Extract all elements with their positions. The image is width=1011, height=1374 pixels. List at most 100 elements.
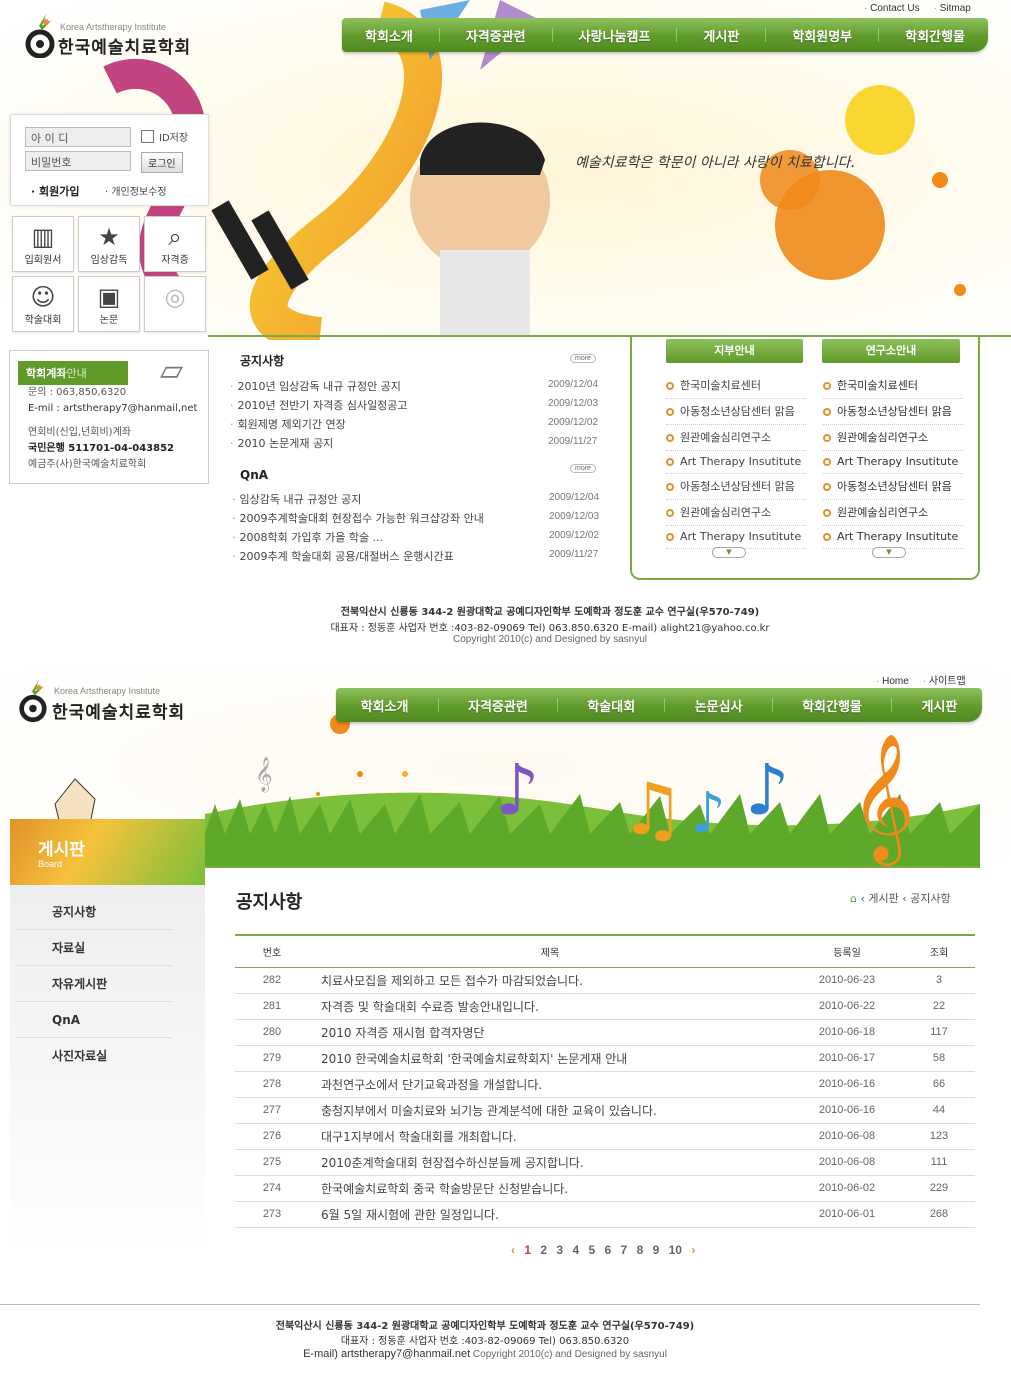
lnb-item-notice[interactable]: 공지사항 [16,894,171,930]
row-title[interactable]: 2010 자격증 재시험 합격자명단 [309,1019,791,1046]
list-item[interactable]: · 회원제명 제외기간 연장 [230,416,346,432]
list-item[interactable]: 원관예술심리연구소 [666,425,806,451]
institute-scroll-down-button[interactable]: ▼ [872,547,906,558]
list-item[interactable]: · 임상감독 내규 규정안 공지 [232,491,361,507]
page-link[interactable]: 2 [540,1243,547,1257]
list-item[interactable]: · 2010년 전반기 자격증 심사일정공고 [230,397,408,413]
page-link[interactable]: 7 [621,1243,628,1257]
breadcrumb-item[interactable]: 게시판 [868,892,898,905]
contact-us-link[interactable]: Contact Us [864,3,920,14]
quick-conference[interactable]: ☺ 학술대회 [12,276,74,332]
table-row[interactable]: 279 2010 한국예술치료학회 '한국예술치료학회지' 논문게재 안내 2010… [235,1045,975,1072]
list-item[interactable]: Art Therapy Insutitute [823,526,963,549]
row-title[interactable]: 2010춘계학술대회 현장접수하신분들께 공지합니다. [309,1149,791,1176]
password-input[interactable]: 비밀번호 [25,151,131,171]
id-input[interactable]: 아 이 디 [25,127,131,147]
logo-icon[interactable] [16,678,48,722]
nav-item-board[interactable]: 게시판 [703,26,739,45]
page-link[interactable]: 3 [556,1243,563,1257]
logo-korean[interactable]: 한국예술치료학회 [58,33,191,58]
footer-email[interactable]: E-mail) artstherapy7@hanmail.net [303,1348,470,1360]
tab-branch[interactable]: 지부안내 [666,339,803,363]
quick-paper[interactable]: ▣ 논문 [78,276,140,332]
nav-item-certificate[interactable]: 자격증관련 [466,26,526,45]
row-title[interactable]: 충청지부에서 미술치료와 뇌기능 관계분석에 대한 교육이 있습니다. [309,1097,791,1124]
page-link[interactable]: 8 [637,1243,644,1257]
qna-more-button[interactable]: more [570,464,596,473]
edit-info-link[interactable]: · 개인정보수정 [105,183,167,198]
nav-item-about[interactable]: 학회소개 [365,26,413,45]
nav-item-members[interactable]: 학회원명부 [792,26,852,45]
login-button[interactable]: 로그인 [141,152,183,173]
home-icon[interactable]: ⌂ [850,892,857,905]
nav-item-board[interactable]: 게시판 [921,696,957,715]
home-link[interactable]: Home [876,676,909,687]
list-item[interactable]: Art Therapy Insutitute [666,451,806,474]
page-link[interactable]: 5 [588,1243,595,1257]
list-item[interactable]: · 2010 논문게재 공지 [230,435,333,451]
nav-item-publications[interactable]: 학회간행물 [905,26,965,45]
row-title[interactable]: 6월 5일 재시험에 관한 일정입니다. [309,1201,791,1228]
table-row[interactable]: 277 충청지부에서 미술치료와 뇌기능 관계분석에 대한 교육이 있습니다. 20… [235,1097,975,1124]
list-item[interactable]: 원관예술심리연구소 [823,425,963,451]
lnb-item-archive[interactable]: 자료실 [16,930,171,966]
sitemap-link[interactable]: 사이트맵 [923,676,966,687]
tab-institute[interactable]: 연구소안내 [822,339,960,363]
nav-item-conference[interactable]: 학술대회 [587,696,635,715]
table-row[interactable]: 276 대구1지부에서 학술대회를 개최합니다. 2010-06-08 123 [235,1123,975,1150]
list-item[interactable]: · 2009추계학술대회 현장접수 가능한 워크샵강좌 안내 [232,510,484,526]
row-title[interactable]: 대구1지부에서 학술대회를 개최합니다. [309,1123,791,1150]
logo-icon[interactable] [22,12,56,58]
row-number: 275 [235,1149,309,1176]
lnb-item-qna[interactable]: QnA [16,1002,171,1038]
row-title[interactable]: 2010 한국예술치료학회 '한국예술치료학회지' 논문게재 안내 [309,1045,791,1072]
list-item[interactable]: · 2009추계 학술대회 공용/대절버스 운행시간표 [232,548,454,564]
table-row[interactable]: 282 치료사모집을 제외하고 모든 접수가 마감되었습니다. 2010-06-23… [235,967,975,994]
list-item[interactable]: 원관예술심리연구소 [666,500,806,526]
notice-more-button[interactable]: more [570,354,596,363]
list-item[interactable]: 아동청소년상담센터 맑음 [666,399,806,425]
nav-item-certificate[interactable]: 자격증관련 [468,696,528,715]
quick-supervision[interactable]: ★ 임상감독 [78,216,140,272]
list-item[interactable]: · 2008학회 가입후 가을 학술 ... [232,529,383,545]
row-title[interactable]: 한국예술치료학회 중국 학술방문단 신청받습니다. [309,1175,791,1202]
page-link[interactable]: 10 [669,1243,682,1257]
list-item[interactable]: 아동청소년상담센터 맑음 [823,474,963,500]
table-row[interactable]: 278 과천연구소에서 단기교육과정을 개설합니다. 2010-06-16 66 [235,1071,975,1098]
nav-item-publications[interactable]: 학회간행물 [802,696,862,715]
row-title[interactable]: 치료사모집을 제외하고 모든 접수가 마감되었습니다. [309,967,791,994]
row-title[interactable]: 자격증 및 학술대회 수료증 발송안내입니다. [309,993,791,1020]
list-item[interactable]: 아동청소년상담센터 맑음 [823,399,963,425]
table-row[interactable]: 274 한국예술치료학회 중국 학술방문단 신청받습니다. 2010-06-02 22… [235,1175,975,1202]
table-row[interactable]: 281 자격증 및 학술대회 수료증 발송안내입니다. 2010-06-22 22 [235,993,975,1020]
page-link[interactable]: 9 [653,1243,660,1257]
page-link[interactable]: 1 [524,1243,531,1257]
list-item[interactable]: 한국미술치료센터 [823,373,963,399]
lnb-item-free-board[interactable]: 자유게시판 [16,966,171,1002]
join-link[interactable]: · 회원가입 [31,183,80,199]
table-row[interactable]: 280 2010 자격증 재시험 합격자명단 2010-06-18 117 [235,1019,975,1046]
page-link[interactable]: 6 [605,1243,612,1257]
sitemap-link[interactable]: Sitmap [934,3,971,14]
logo-korean[interactable]: 한국예술치료학회 [52,698,185,723]
list-item[interactable]: 한국미술치료센터 [666,373,806,399]
nav-item-review[interactable]: 논문심사 [695,696,743,715]
quick-application[interactable]: ▥ 입회원서 [12,216,74,272]
nav-item-camp[interactable]: 사랑나눔캠프 [579,26,651,45]
nav-item-about[interactable]: 학회소개 [361,696,409,715]
branch-scroll-down-button[interactable]: ▼ [712,547,746,558]
table-row[interactable]: 275 2010춘계학술대회 현장접수하신분들께 공지합니다. 2010-06-08… [235,1149,975,1176]
row-title[interactable]: 과천연구소에서 단기교육과정을 개설합니다. [309,1071,791,1098]
save-id-checkbox[interactable] [141,130,154,143]
lnb-item-photos[interactable]: 사진자료실 [16,1038,171,1074]
next-page-button[interactable]: › [691,1243,695,1257]
list-item[interactable]: Art Therapy Insutitute [823,451,963,474]
page-link[interactable]: 4 [572,1243,579,1257]
list-item[interactable]: 아동청소년상담센터 맑음 [666,474,806,500]
prev-page-button[interactable]: ‹ [511,1243,515,1257]
list-item[interactable]: 원관예술심리연구소 [823,500,963,526]
list-item[interactable]: Art Therapy Insutitute [666,526,806,549]
table-row[interactable]: 273 6월 5일 재시험에 관한 일정입니다. 2010-06-01 268 [235,1201,975,1228]
quick-certificate[interactable]: ⌕ 자격증 [144,216,206,272]
list-item[interactable]: · 2010년 임상감독 내규 규정안 공지 [230,378,401,394]
